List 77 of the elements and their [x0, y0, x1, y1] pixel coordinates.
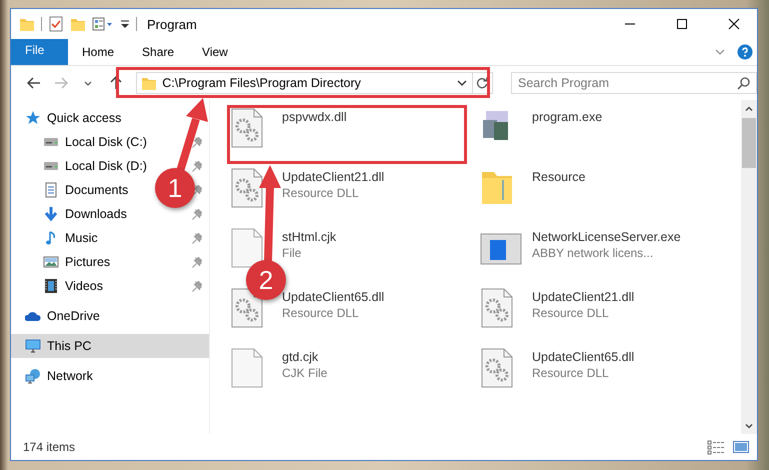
chevron-down-icon [84, 80, 92, 86]
scroll-down-icon[interactable] [745, 424, 753, 428]
ribbon-tab[interactable]: View [188, 39, 242, 65]
file-name[interactable]: Resource [532, 170, 586, 184]
file-type: Resource DLL [282, 306, 360, 320]
large-icons-view-icon[interactable] [733, 440, 749, 454]
file-type: Resource DLL [532, 366, 610, 380]
scroll-thumb[interactable] [742, 118, 756, 168]
file-type: Resource DLL [282, 186, 360, 200]
file-name[interactable]: stHtml.cjk [282, 230, 336, 244]
file-name[interactable]: UpdateClient65.dll [532, 350, 634, 364]
scroll-up-icon[interactable] [745, 106, 753, 110]
sidebar-item[interactable]: Downloads [65, 207, 127, 221]
ribbon-tab[interactable]: Home [68, 39, 128, 65]
item-count: 174 items [23, 440, 76, 454]
properties-icon[interactable] [92, 16, 114, 32]
network-icon [25, 368, 41, 384]
picture-icon [43, 254, 59, 270]
ribbon-tab[interactable]: Share [128, 39, 188, 65]
drive-icon [43, 137, 59, 147]
search-icon [736, 76, 751, 90]
file-name[interactable]: UpdateClient21.dll [282, 170, 384, 184]
sidebar-item[interactable]: OneDrive [47, 309, 100, 323]
window-title: Program [147, 16, 197, 32]
gear-file-icon [230, 108, 264, 148]
file-name[interactable]: UpdateClient21.dll [532, 290, 634, 304]
sidebar-item[interactable]: This PC [47, 339, 92, 353]
sidebar-item[interactable]: Local Disk (D:) [65, 159, 147, 173]
film-icon [43, 278, 59, 294]
search-field[interactable]: Search Program [510, 72, 757, 94]
file-type: File [282, 246, 302, 260]
sidebar-item[interactable]: Music [65, 231, 98, 245]
pin-icon[interactable] [192, 232, 203, 244]
star-icon [25, 110, 41, 126]
pin-icon[interactable] [192, 184, 203, 196]
document-icon [43, 182, 59, 198]
sidebar-item[interactable]: Quick access [47, 111, 122, 125]
file-type: Resource DLL [532, 306, 610, 320]
forward-arrow-icon [54, 77, 68, 89]
sidebar-item[interactable]: Documents [65, 183, 128, 197]
close-icon [728, 18, 740, 30]
sidebar-item[interactable]: Network [47, 369, 93, 383]
details-view-icon[interactable] [707, 439, 725, 455]
file-name[interactable]: gtd.cjk [282, 350, 328, 364]
folder-icon [141, 75, 158, 91]
sidebar-item[interactable]: Pictures [65, 255, 110, 269]
refresh-icon [476, 77, 488, 89]
drive-icon [43, 161, 59, 171]
file-type: ABBY network licens... [532, 246, 654, 260]
checklist-icon[interactable] [48, 16, 64, 32]
help-icon[interactable] [737, 44, 753, 60]
download-arrow-icon [43, 206, 59, 222]
gear-file-icon [480, 288, 514, 328]
pin-icon[interactable] [192, 160, 203, 172]
monitor-icon [25, 338, 41, 354]
chevron-down-icon[interactable] [456, 80, 467, 86]
scrollbar[interactable] [741, 100, 757, 434]
pin-icon[interactable] [192, 208, 203, 220]
back-arrow-icon [26, 77, 41, 89]
pin-icon[interactable] [192, 136, 203, 148]
file-icon [230, 228, 264, 268]
maximize-icon [676, 18, 688, 30]
gear-file-icon [230, 168, 264, 208]
sidebar-item[interactable]: Local Disk (C:) [65, 135, 147, 149]
pin-icon[interactable] [192, 256, 203, 268]
file-name[interactable]: NetworkLicenseServer.exe [532, 230, 681, 244]
file-icon [230, 348, 264, 388]
file-name[interactable]: pspvwdx.dll [282, 110, 347, 124]
pin-icon[interactable] [192, 280, 203, 292]
file-type: CJK File [282, 366, 328, 380]
address-bar[interactable]: C:\Program Files\Program Directory [136, 72, 493, 94]
up-arrow-icon [110, 76, 122, 90]
file-menu-tab[interactable]: File [11, 39, 68, 65]
gear-file-icon [230, 288, 264, 328]
file-name[interactable]: program.exe [532, 110, 602, 124]
gear-file-icon [480, 348, 514, 388]
sidebar-item[interactable]: Videos [65, 279, 103, 293]
